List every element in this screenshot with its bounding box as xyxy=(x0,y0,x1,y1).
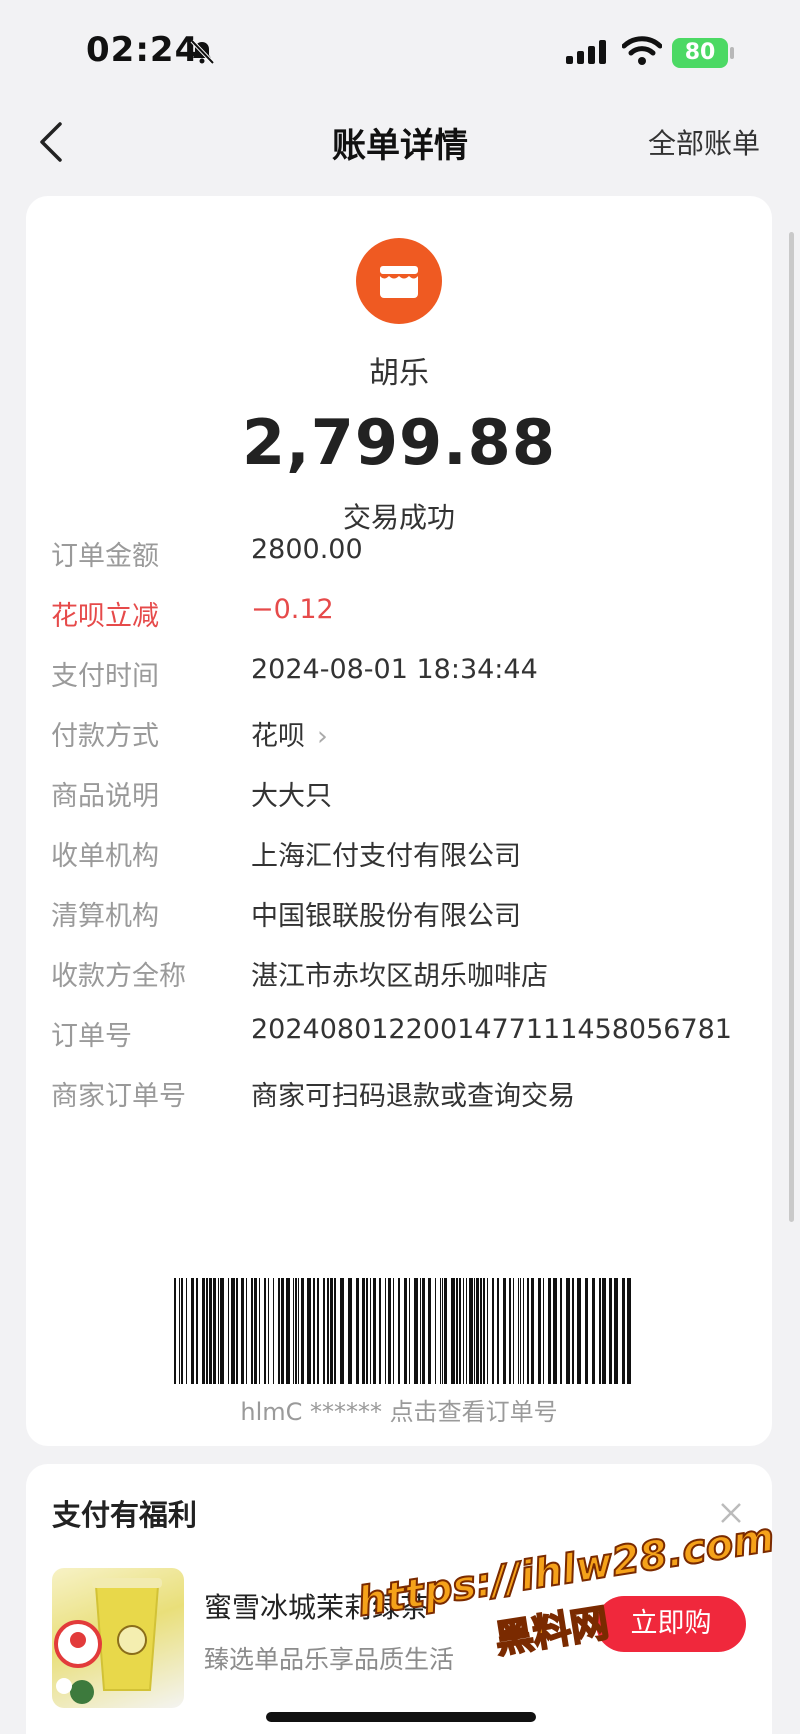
detail-value: 大大只 xyxy=(251,781,332,812)
transaction-status: 交易成功 xyxy=(342,501,455,534)
close-icon[interactable] xyxy=(718,1500,744,1526)
detail-row-order-amount: 订单金额 2800.00 xyxy=(51,534,751,574)
payment-method-link[interactable]: 花呗 › xyxy=(251,714,328,753)
status-bar: 02:24 80 xyxy=(0,0,800,100)
signal-icon xyxy=(566,40,606,64)
detail-row-huabei-discount: 花呗立减 −0.12 xyxy=(51,594,751,634)
battery-cap xyxy=(730,47,734,59)
order-barcode[interactable] xyxy=(172,1278,632,1384)
nav-bar: 账单详情 全部账单 xyxy=(0,100,800,180)
merchant-logo xyxy=(356,238,442,324)
detail-value: 2024-08-01 18:34:44 xyxy=(251,654,538,685)
detail-label: 订单金额 xyxy=(51,541,159,572)
detail-label: 花呗立减 xyxy=(51,601,159,632)
detail-value: −0.12 xyxy=(251,594,334,625)
detail-label: 订单号 xyxy=(51,1021,132,1052)
detail-value: 上海汇付支付有限公司 xyxy=(251,841,521,872)
bell-muted-icon xyxy=(190,39,215,65)
chevron-right-icon: › xyxy=(317,721,328,752)
detail-value: 2800.00 xyxy=(251,534,363,565)
detail-row-clearing: 清算机构 中国银联股份有限公司 xyxy=(51,894,751,934)
home-indicator[interactable] xyxy=(266,1712,536,1722)
detail-row-payee: 收款方全称 湛江市赤坎区胡乐咖啡店 xyxy=(51,954,751,994)
detail-label: 收单机构 xyxy=(51,841,159,872)
detail-value: 2024080122001477111458056781 xyxy=(251,1014,732,1045)
detail-value: 中国银联股份有限公司 xyxy=(251,901,521,932)
merchant-name: 胡乐 xyxy=(369,356,429,391)
status-time: 02:24 xyxy=(86,30,200,70)
all-bills-link[interactable]: 全部账单 xyxy=(648,122,760,162)
battery-indicator: 80 xyxy=(672,38,728,68)
detail-label: 支付时间 xyxy=(51,661,159,692)
detail-row-order-no: 订单号 2024080122001477111458056781 xyxy=(51,1014,751,1054)
product-name[interactable]: 蜜雪冰城茉莉绿茶 xyxy=(204,1586,428,1626)
benefit-title: 支付有福利 xyxy=(52,1498,198,1532)
detail-row-acquirer: 收单机构 上海汇付支付有限公司 xyxy=(51,834,751,874)
detail-label: 付款方式 xyxy=(51,721,159,752)
product-image[interactable] xyxy=(52,1568,184,1708)
wifi-icon xyxy=(622,36,662,65)
store-icon xyxy=(380,266,418,298)
scrollbar[interactable] xyxy=(789,232,794,1222)
battery-level: 80 xyxy=(684,40,716,65)
benefit-card: 支付有福利 蜜雪冰城茉莉绿茶 臻选单品乐享品质生活 立即购 xyxy=(26,1464,772,1734)
detail-label: 商家订单号 xyxy=(51,1081,186,1112)
bill-detail-card: 胡乐 2,799.88 交易成功 订单金额 2800.00 花呗立减 −0.12… xyxy=(26,196,772,1446)
detail-label: 收款方全称 xyxy=(51,961,186,992)
barcode-caption[interactable]: hlmC ****** 点击查看订单号 xyxy=(26,1392,772,1427)
detail-value: 花呗 xyxy=(251,721,305,752)
detail-row-payment-method[interactable]: 付款方式 花呗 › xyxy=(51,714,751,754)
detail-row-merchant-order-no: 商家订单号 商家可扫码退款或查询交易 xyxy=(51,1074,751,1114)
detail-value: 湛江市赤坎区胡乐咖啡店 xyxy=(251,961,548,992)
transaction-amount: 2,799.88 xyxy=(242,406,556,479)
detail-row-pay-time: 支付时间 2024-08-01 18:34:44 xyxy=(51,654,751,694)
detail-row-product-desc: 商品说明 大大只 xyxy=(51,774,751,814)
detail-label: 清算机构 xyxy=(51,901,159,932)
buy-now-button[interactable]: 立即购 xyxy=(596,1596,746,1652)
drink-cup-icon xyxy=(54,1578,162,1704)
product-description: 臻选单品乐享品质生活 xyxy=(204,1645,455,1674)
detail-label: 商品说明 xyxy=(51,781,159,812)
detail-value: 商家可扫码退款或查询交易 xyxy=(251,1081,575,1112)
